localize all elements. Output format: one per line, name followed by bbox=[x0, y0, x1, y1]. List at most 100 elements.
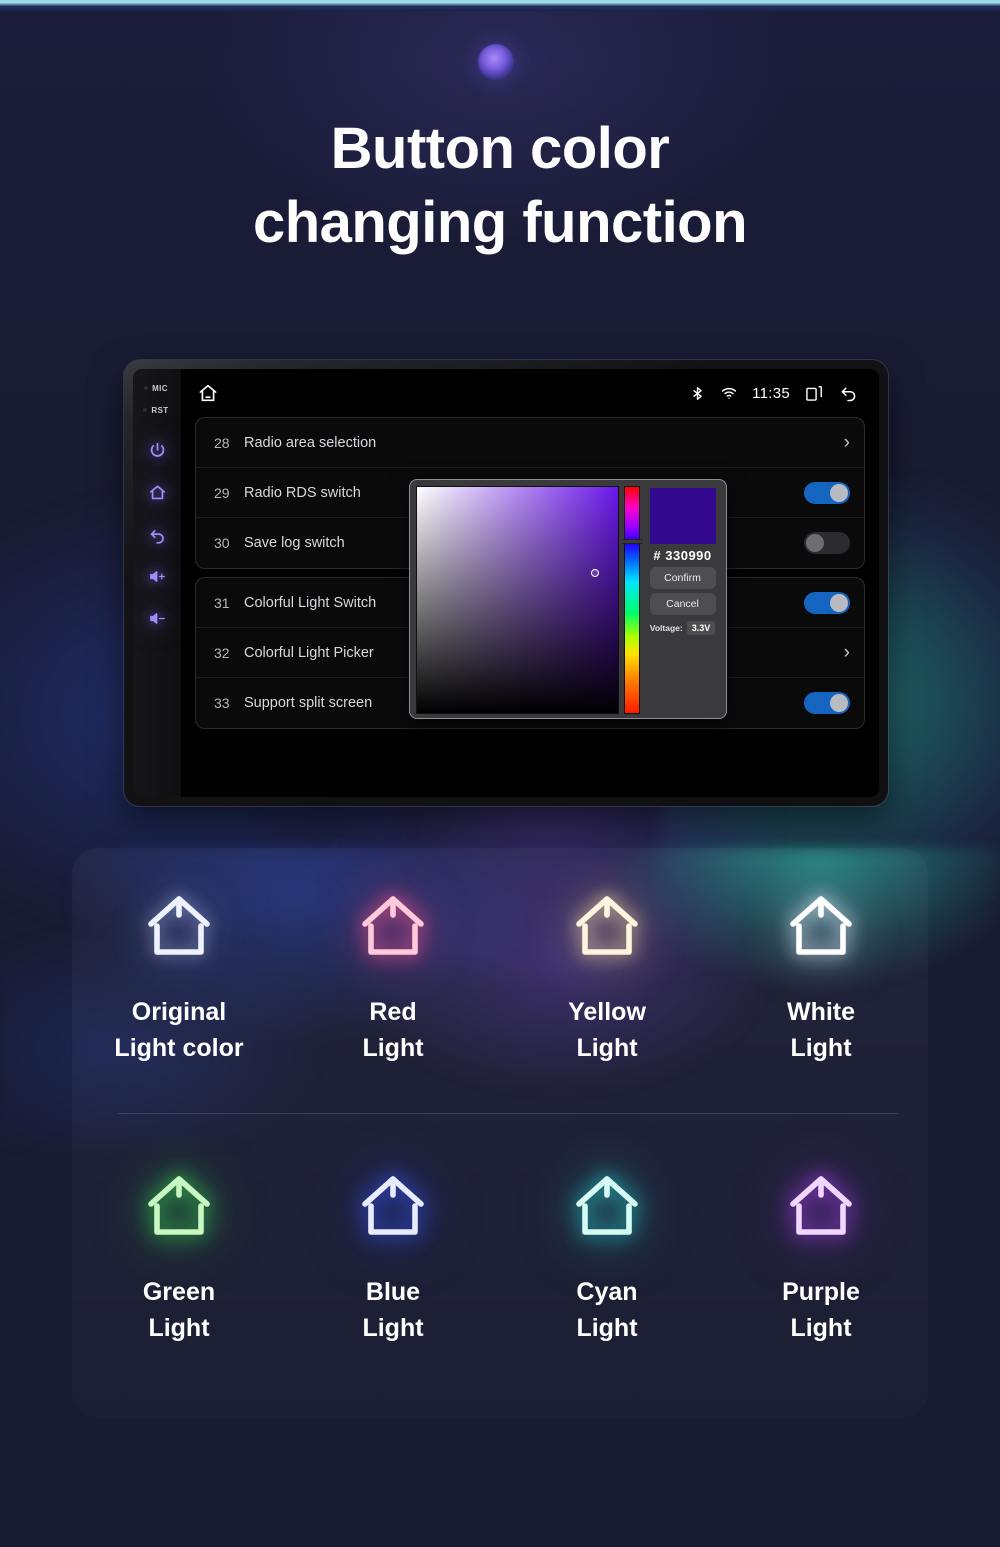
power-icon bbox=[148, 441, 167, 460]
hero-indicator-dot bbox=[478, 44, 514, 80]
status-bar-right: 11:35 bbox=[689, 383, 859, 404]
bluetooth-icon bbox=[689, 385, 706, 402]
light-option-label: Green Light bbox=[143, 1274, 215, 1346]
mic-hole-icon bbox=[144, 386, 149, 390]
power-button[interactable] bbox=[144, 437, 170, 463]
statusbar-home-icon[interactable] bbox=[197, 382, 219, 404]
page-title-line2: changing function bbox=[252, 190, 748, 255]
hue-slider-handle[interactable] bbox=[623, 539, 644, 544]
row-number: 30 bbox=[214, 535, 230, 551]
hex-value-row: # 330990 bbox=[653, 548, 711, 563]
house-icon bbox=[778, 1168, 864, 1246]
car-head-unit: MIC RST 11:35 28 Radio area selection › … bbox=[124, 360, 888, 806]
chevron-right-icon[interactable]: › bbox=[844, 433, 850, 452]
table-row[interactable]: 28 Radio area selection › bbox=[196, 418, 864, 468]
house-icon bbox=[136, 888, 222, 966]
label-line2: Light color bbox=[114, 1034, 244, 1062]
page-title: Button color changing function bbox=[0, 112, 1000, 260]
toggle-switch[interactable] bbox=[804, 591, 850, 614]
light-option-original[interactable]: Original Light color bbox=[72, 888, 286, 1066]
row-number: 28 bbox=[214, 434, 230, 451]
chevron-right-icon[interactable]: › bbox=[844, 643, 850, 662]
reset-hole-icon bbox=[143, 408, 148, 412]
device-screen-area: MIC RST 11:35 28 Radio area selection › … bbox=[133, 369, 879, 797]
light-option-label: Purple Light bbox=[782, 1274, 860, 1346]
light-option-green[interactable]: Green Light bbox=[72, 1168, 286, 1346]
device-side-rail: MIC RST bbox=[133, 369, 181, 797]
home-icon bbox=[148, 483, 167, 502]
label-line2: Light bbox=[362, 1034, 424, 1062]
device-showcase: MIC RST 11:35 28 Radio area selection › … bbox=[0, 330, 1000, 970]
label-line1: Red bbox=[369, 998, 417, 1026]
light-option-white[interactable]: White Light bbox=[714, 888, 928, 1066]
statusbar-back-icon[interactable] bbox=[838, 383, 859, 404]
house-icon bbox=[778, 888, 864, 966]
volume-up-button[interactable] bbox=[144, 563, 170, 589]
row-number: 33 bbox=[214, 695, 230, 711]
status-bar: 11:35 bbox=[195, 369, 865, 417]
light-option-blue[interactable]: Blue Light bbox=[286, 1168, 500, 1346]
volume-down-icon bbox=[148, 609, 167, 628]
top-accent-stripe-secondary bbox=[0, 6, 1000, 11]
label-line2: Light bbox=[576, 1034, 638, 1062]
toggle-knob bbox=[830, 694, 848, 712]
house-icon bbox=[350, 1168, 436, 1246]
label-line2: Light bbox=[148, 1314, 210, 1342]
toggle-switch[interactable] bbox=[804, 692, 850, 714]
light-option-label: Original Light color bbox=[114, 994, 243, 1066]
toggle-switch[interactable] bbox=[804, 481, 850, 504]
recent-apps-icon[interactable] bbox=[804, 383, 824, 403]
volume-down-button[interactable] bbox=[144, 605, 170, 631]
android-screen: 11:35 28 Radio area selection › 29 Radio… bbox=[181, 369, 879, 797]
volume-up-icon bbox=[148, 567, 167, 586]
section-divider bbox=[118, 1113, 898, 1114]
back-button[interactable] bbox=[144, 521, 170, 547]
house-icon bbox=[564, 888, 650, 966]
row-number: 32 bbox=[214, 644, 230, 661]
hex-value[interactable]: 330990 bbox=[665, 548, 711, 563]
light-option-red[interactable]: Red Light bbox=[286, 888, 500, 1066]
wifi-icon bbox=[720, 384, 738, 402]
house-icon bbox=[350, 888, 436, 966]
voltage-value: 3.3V bbox=[686, 621, 716, 635]
light-option-cyan[interactable]: Cyan Light bbox=[500, 1168, 714, 1346]
house-icon bbox=[564, 1168, 650, 1246]
light-option-label: Cyan Light bbox=[576, 1274, 637, 1346]
cancel-button[interactable]: Cancel bbox=[649, 593, 716, 615]
toggle-knob bbox=[806, 534, 824, 552]
row-number: 31 bbox=[214, 594, 230, 611]
page-title-line1: Button color bbox=[330, 116, 670, 181]
light-option-label: Red Light bbox=[362, 994, 423, 1066]
saturation-value-field[interactable] bbox=[416, 486, 620, 714]
light-colors-row-1: Original Light color Red Light Yellow Li… bbox=[72, 888, 928, 1066]
row-label: Radio area selection bbox=[244, 434, 377, 451]
back-icon bbox=[148, 525, 167, 544]
home-button[interactable] bbox=[144, 479, 170, 505]
label-line1: White bbox=[786, 998, 856, 1026]
house-icon bbox=[136, 1168, 222, 1246]
statusbar-clock: 11:35 bbox=[752, 384, 790, 402]
hue-slider[interactable] bbox=[623, 486, 644, 714]
page-root: Button color changing function MIC RST 1… bbox=[0, 0, 1000, 1547]
label-line1: Original bbox=[131, 998, 227, 1026]
light-option-label: Blue Light bbox=[362, 1274, 423, 1346]
light-option-purple[interactable]: Purple Light bbox=[714, 1168, 928, 1346]
light-option-label: Yellow Light bbox=[568, 994, 646, 1066]
color-preview-swatch bbox=[649, 488, 716, 544]
confirm-button[interactable]: Confirm bbox=[649, 567, 716, 589]
toggle-knob bbox=[830, 593, 848, 612]
reset-pin: RST bbox=[143, 399, 168, 421]
light-option-yellow[interactable]: Yellow Light bbox=[500, 888, 714, 1066]
row-number: 29 bbox=[214, 484, 230, 501]
label-line2: Light bbox=[790, 1034, 852, 1062]
toggle-switch[interactable] bbox=[804, 532, 850, 554]
color-picker-controls: # 330990 Confirm Cancel Voltage: 3.3V bbox=[645, 486, 720, 712]
color-picker-dialog[interactable]: # 330990 Confirm Cancel Voltage: 3.3V bbox=[409, 479, 727, 719]
reset-label: RST bbox=[151, 405, 169, 415]
mic-pin: MIC bbox=[144, 377, 168, 399]
label-line1: Cyan bbox=[576, 1278, 638, 1306]
light-colors-row-2: Green Light Blue Light Cyan Light Purple… bbox=[72, 1168, 928, 1346]
label-line1: Yellow bbox=[568, 998, 646, 1026]
label-line1: Green bbox=[142, 1278, 216, 1306]
sv-selector-handle[interactable] bbox=[591, 569, 599, 577]
